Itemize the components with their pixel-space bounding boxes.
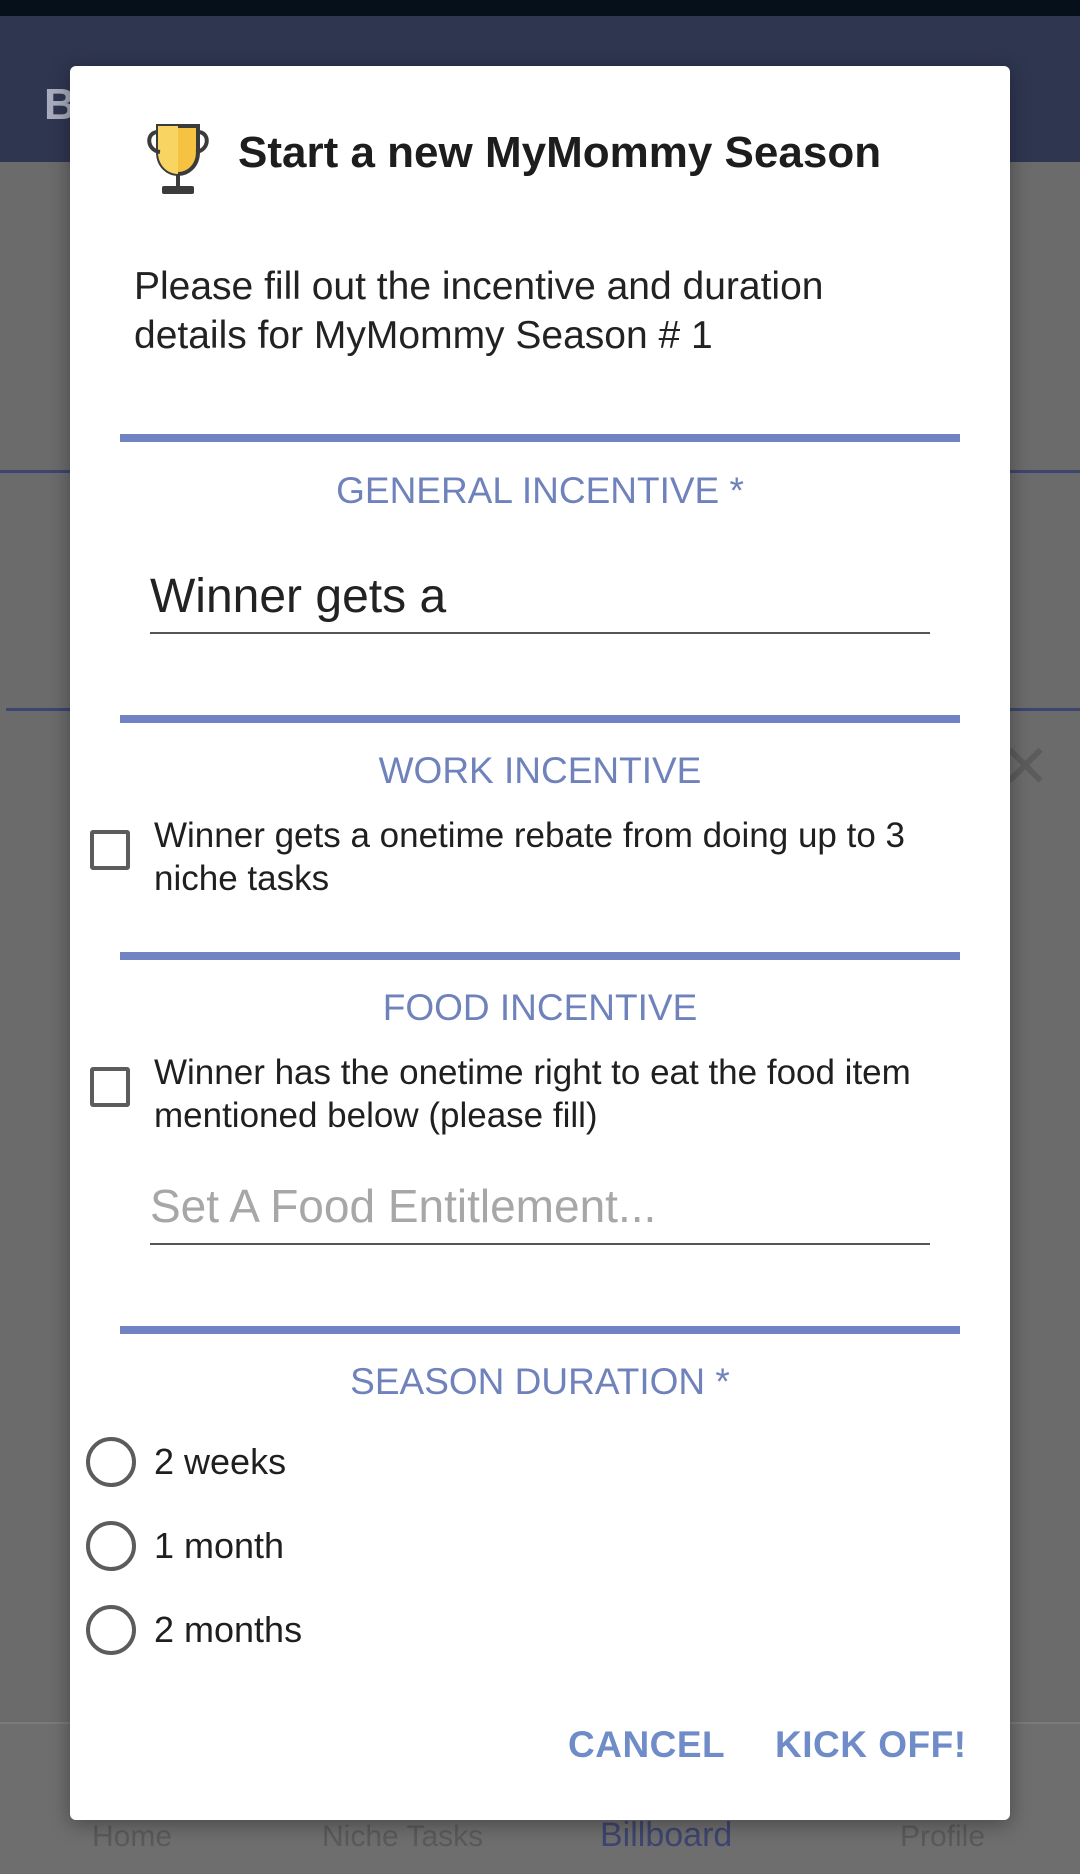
work-incentive-label: Winner gets a onetime rebate from doing … — [154, 816, 905, 898]
dialog-title: Start a new MyMommy Season — [238, 128, 882, 177]
section-divider — [120, 715, 960, 723]
food-incentive-label: Winner has the onetime right to eat the … — [154, 1053, 911, 1135]
cancel-button[interactable]: CANCEL — [568, 1724, 725, 1766]
food-entitlement-placeholder: Set A Food Entitlement... — [150, 1180, 657, 1232]
duration-label-1-month: 1 month — [154, 1525, 285, 1566]
season-duration-heading: SEASON DURATION * — [350, 1361, 730, 1402]
duration-label-2-months: 2 months — [154, 1609, 303, 1650]
duration-label-2-weeks: 2 weeks — [154, 1441, 287, 1482]
section-divider — [120, 1326, 960, 1334]
duration-radio-2-months[interactable] — [86, 1605, 136, 1655]
section-divider — [120, 434, 960, 442]
general-incentive-input[interactable]: Winner gets a — [150, 562, 930, 634]
trophy-icon — [147, 124, 209, 194]
nav-niche-tasks[interactable]: Niche Tasks — [322, 1820, 483, 1854]
work-incentive-heading: WORK INCENTIVE — [378, 750, 702, 791]
food-entitlement-input[interactable]: Set A Food Entitlement... — [150, 1173, 930, 1245]
kick-off-button[interactable]: KICK OFF! — [775, 1724, 967, 1766]
general-incentive-value: Winner gets a — [150, 570, 447, 623]
nav-profile[interactable]: Profile — [900, 1820, 985, 1854]
dialog-intro-text: Please fill out the incentive and durati… — [134, 265, 824, 357]
new-season-dialog: Start a new MyMommy Season Please fill o… — [70, 66, 1010, 1820]
food-incentive-heading: FOOD INCENTIVE — [382, 987, 698, 1028]
nav-billboard[interactable]: Billboard — [600, 1816, 732, 1855]
duration-radio-1-month[interactable] — [86, 1521, 136, 1571]
food-incentive-checkbox[interactable] — [90, 1067, 130, 1107]
section-divider — [120, 952, 960, 960]
nav-home[interactable]: Home — [92, 1820, 172, 1854]
general-incentive-heading: GENERAL INCENTIVE * — [336, 470, 744, 511]
duration-radio-2-weeks[interactable] — [86, 1437, 136, 1487]
status-bar — [0, 0, 1080, 16]
work-incentive-checkbox[interactable] — [90, 830, 130, 870]
